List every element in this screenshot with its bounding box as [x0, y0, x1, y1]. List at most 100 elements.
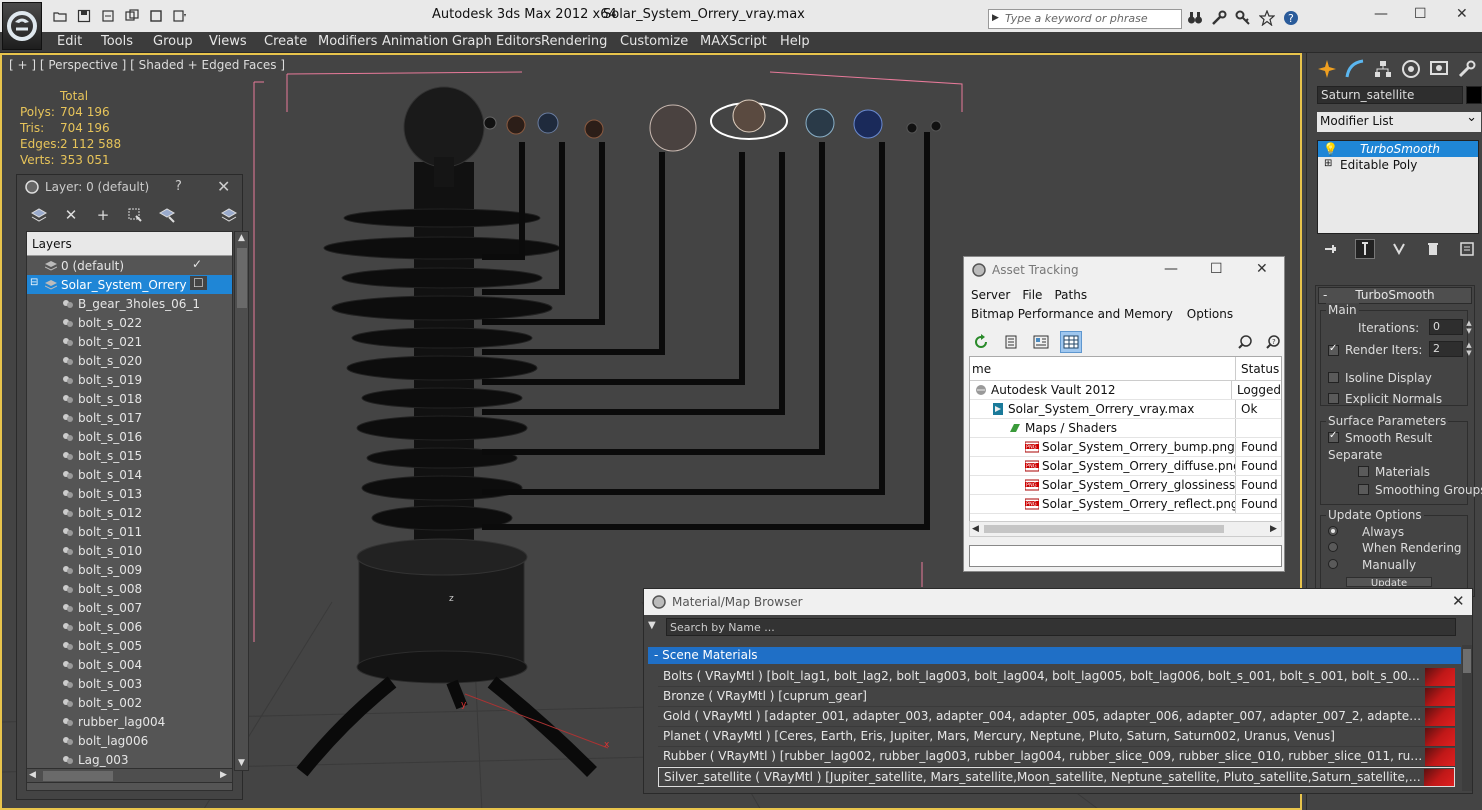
- star-icon[interactable]: [1258, 9, 1276, 27]
- layer-tree-row[interactable]: bolt_s_021: [27, 332, 232, 351]
- object-name-field[interactable]: Saturn_satellite: [1317, 86, 1463, 104]
- layer-tree-row[interactable]: B_gear_3holes_06_1: [27, 294, 232, 313]
- asset-menu-options[interactable]: Options: [1187, 307, 1233, 321]
- menu-customize[interactable]: Customize: [620, 34, 688, 49]
- separate-smoothing-groups-checkbox[interactable]: [1358, 484, 1369, 495]
- material-row[interactable]: Silver_satellite ( VRayMtl ) [Jupiter_sa…: [658, 767, 1455, 787]
- asset-row[interactable]: Maps / Shaders: [970, 419, 1281, 438]
- redo-icon[interactable]: [122, 8, 142, 24]
- table-view-icon[interactable]: [1060, 331, 1082, 353]
- isoline-display-checkbox[interactable]: [1328, 372, 1339, 383]
- maximize-button[interactable]: ☐: [1414, 6, 1427, 22]
- layer-tree-row[interactable]: bolt_s_013: [27, 484, 232, 503]
- stack-item-editable-poly[interactable]: ⊞ Editable Poly: [1318, 157, 1478, 173]
- asset-col-name[interactable]: me: [970, 357, 1236, 380]
- layer-tree-row[interactable]: rubber_lag004: [27, 712, 232, 731]
- project-icon[interactable]: [170, 8, 190, 24]
- layer-tree-row[interactable]: bolt_s_004: [27, 655, 232, 674]
- menu-maxscript[interactable]: MAXScript: [700, 34, 767, 49]
- turbosmooth-rollout-header[interactable]: - TurboSmooth: [1318, 287, 1472, 304]
- layers-column-header[interactable]: Layers: [27, 232, 232, 256]
- menu-views[interactable]: Views: [209, 34, 247, 49]
- stack-item-turbosmooth[interactable]: 💡 TurboSmooth: [1318, 141, 1478, 157]
- render-iters-spinner-arrows[interactable]: ▲ ▼: [1464, 341, 1474, 357]
- asset-table[interactable]: me Status Autodesk Vault 2012 Logged Solar…: [969, 356, 1282, 526]
- menu-group[interactable]: Group: [153, 34, 193, 49]
- asset-horizontal-scrollbar[interactable]: ◀ ▶: [969, 521, 1282, 537]
- layer-tree-row[interactable]: bolt_s_009: [27, 560, 232, 579]
- material-row[interactable]: Bronze ( VRayMtl ) [cuprum_gear]: [658, 687, 1455, 707]
- layer-tree-row[interactable]: bolt_s_017: [27, 408, 232, 427]
- add-to-layer-icon[interactable]: +: [93, 205, 113, 225]
- menu-graph-editors[interactable]: Graph Editors: [452, 34, 541, 49]
- binoculars-icon[interactable]: [1186, 9, 1204, 27]
- material-row[interactable]: Bolts ( VRayMtl ) [bolt_lag1, bolt_lag2,…: [658, 667, 1455, 687]
- menu-tools[interactable]: Tools: [101, 34, 133, 49]
- asset-row[interactable]: PNG Solar_System_Orrery_reflect.png Found: [970, 495, 1281, 514]
- thumbnail-view-icon[interactable]: [1030, 331, 1052, 353]
- browser-options-icon[interactable]: ▼: [648, 620, 656, 631]
- asset-col-status[interactable]: Status: [1236, 357, 1279, 380]
- make-unique-icon[interactable]: [1389, 239, 1409, 259]
- open-icon[interactable]: [50, 8, 70, 24]
- delete-layer-icon[interactable]: ✕: [61, 205, 81, 225]
- layer-tree-row[interactable]: bolt_s_002: [27, 693, 232, 712]
- highlight-layer-icon[interactable]: [157, 205, 177, 225]
- asset-help-icon[interactable]: [1234, 331, 1256, 353]
- asset-minimize-button[interactable]: —: [1164, 261, 1178, 277]
- smooth-result-checkbox[interactable]: [1328, 430, 1339, 443]
- separate-materials-checkbox[interactable]: [1358, 466, 1369, 477]
- explicit-normals-checkbox[interactable]: [1328, 393, 1339, 404]
- layer-tree-row[interactable]: bolt_s_007: [27, 598, 232, 617]
- hierarchy-tab-icon[interactable]: [1371, 57, 1395, 81]
- scroll-thumb[interactable]: [43, 771, 113, 781]
- scene-materials-group[interactable]: - Scene Materials: [648, 647, 1461, 664]
- layer-close-button[interactable]: ✕: [217, 177, 230, 196]
- scroll-thumb[interactable]: [237, 248, 247, 308]
- undo-icon[interactable]: [98, 8, 118, 24]
- material-search-input[interactable]: Search by Name ...: [666, 618, 1456, 636]
- layer-tree-row[interactable]: bolt_s_008: [27, 579, 232, 598]
- save-icon[interactable]: [74, 8, 94, 24]
- tools-icon[interactable]: [1210, 9, 1228, 27]
- modify-tab-icon[interactable]: [1343, 57, 1367, 81]
- menu-edit[interactable]: Edit: [57, 34, 82, 49]
- asset-menu-server[interactable]: Server: [971, 288, 1010, 302]
- scroll-thumb[interactable]: [1463, 649, 1471, 673]
- material-browser-close-button[interactable]: ✕: [1452, 592, 1465, 610]
- layer-tree-row[interactable]: bolt_s_019: [27, 370, 232, 389]
- layer-vertical-scrollbar[interactable]: ▲ ▼: [234, 231, 249, 771]
- create-layer-icon[interactable]: [29, 205, 49, 225]
- current-layer-checkbox[interactable]: ☐: [190, 276, 207, 290]
- material-row[interactable]: Rubber ( VRayMtl ) [rubber_lag002, rubbe…: [658, 747, 1455, 767]
- layer-tree-row[interactable]: bolt_s_010: [27, 541, 232, 560]
- asset-close-button[interactable]: ✕: [1256, 261, 1268, 277]
- keyword-search-input[interactable]: Type a keyword or phrase: [988, 9, 1182, 29]
- display-tab-icon[interactable]: [1427, 57, 1451, 81]
- show-end-result-icon[interactable]: [1355, 239, 1375, 259]
- modifier-list-dropdown[interactable]: Modifier List: [1317, 110, 1481, 132]
- app-logo-button[interactable]: [2, 2, 42, 50]
- expand-icon[interactable]: ⊞: [1324, 158, 1332, 169]
- render-iters-spinner[interactable]: 2: [1429, 341, 1463, 357]
- help-icon[interactable]: ?: [1282, 9, 1300, 27]
- iterations-spinner[interactable]: 0: [1429, 319, 1463, 335]
- select-in-layer-icon[interactable]: [125, 205, 145, 225]
- viewport-label[interactable]: [ + ] [ Perspective ] [ Shaded + Edged F…: [9, 58, 285, 72]
- layer-tree-row[interactable]: bolt_s_011: [27, 522, 232, 541]
- hide-all-layers-icon[interactable]: [219, 205, 239, 225]
- asset-menu-paths[interactable]: Paths: [1054, 288, 1087, 302]
- key-icon[interactable]: [1234, 9, 1252, 27]
- remove-modifier-icon[interactable]: [1423, 239, 1443, 259]
- asset-tracking-title-bar[interactable]: Asset Tracking: [964, 257, 1284, 283]
- asset-query-icon[interactable]: ?: [1262, 331, 1284, 353]
- menu-create[interactable]: Create: [264, 34, 307, 49]
- layer-tree-row[interactable]: bolt_s_012: [27, 503, 232, 522]
- update-button[interactable]: Update: [1346, 577, 1432, 587]
- layer-tree-row[interactable]: bolt_s_022: [27, 313, 232, 332]
- layer-tree-row[interactable]: Lag_003: [27, 750, 232, 769]
- layer-horizontal-scrollbar[interactable]: ◀ ▶: [26, 768, 233, 783]
- menu-modifiers[interactable]: Modifiers: [318, 34, 377, 49]
- menu-animation[interactable]: Animation: [382, 34, 448, 49]
- menu-rendering[interactable]: Rendering: [541, 34, 607, 49]
